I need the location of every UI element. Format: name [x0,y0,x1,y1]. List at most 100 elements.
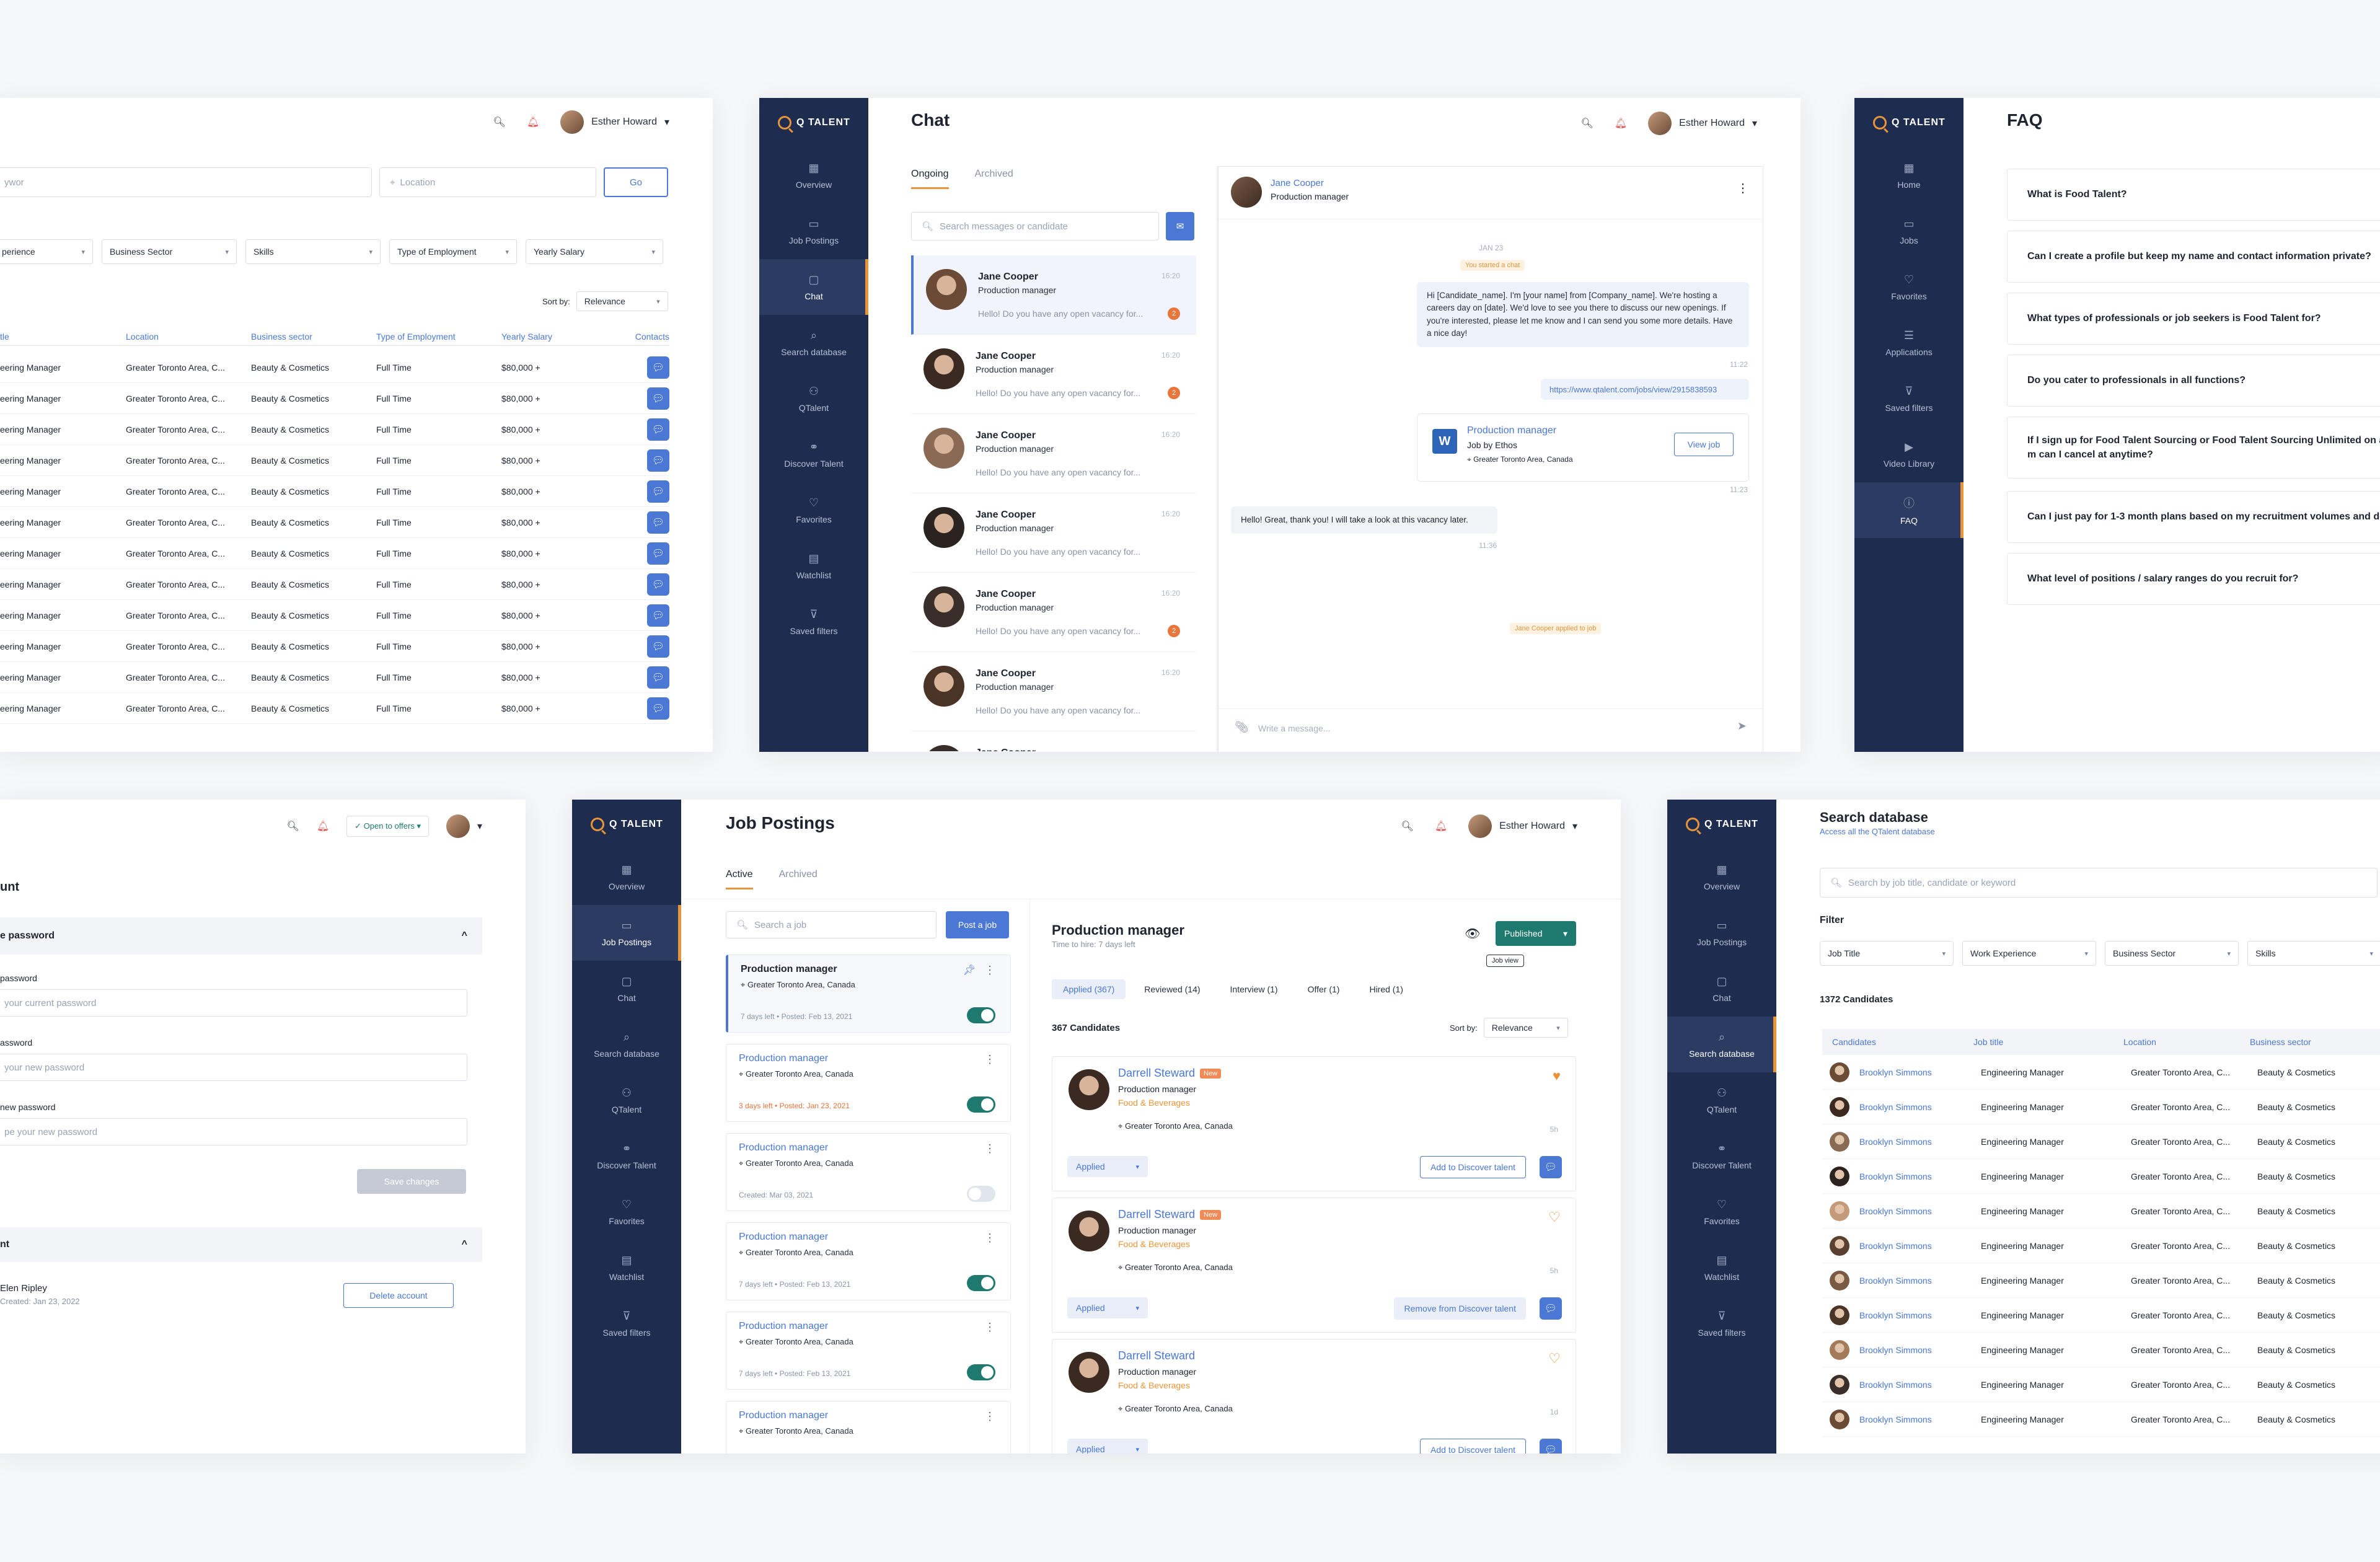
search-icon[interactable]: 🔍︎ [1581,117,1593,130]
col-location[interactable]: Location [126,332,251,342]
more-icon[interactable]: ⋮ [984,1142,995,1155]
contact-name[interactable]: Jane Cooper [1271,178,1324,188]
keyword-input[interactable]: ywor [0,167,372,197]
candidate-name[interactable]: Darrell Steward [1118,1067,1195,1079]
user-menu[interactable]: Esther Howard ▾ [1648,112,1757,135]
tab-ongoing[interactable]: Ongoing [911,169,949,189]
faq-item[interactable]: What is Food Talent? [2007,169,2380,221]
filter-employment-type[interactable]: Type of Employment [389,239,517,264]
chat-icon[interactable]: 💬︎ [647,480,669,503]
table-row[interactable]: eering Manager Greater Toronto Area, C...… [0,352,669,383]
current-password-input[interactable]: your current password [0,989,467,1017]
chat-icon[interactable]: 💬︎ [647,542,669,565]
table-row[interactable]: eering Manager Greater Toronto Area, C...… [0,414,669,445]
chat-search-input[interactable]: 🔍︎ Search messages or candidate [911,212,1159,240]
sidebar-item-applications[interactable]: ☰ Applications [1854,315,1963,371]
section-account[interactable]: nt ^ [0,1227,482,1262]
database-search-input[interactable]: 🔍︎ Search by job title, candidate or keyw… [1820,868,2378,898]
chat-icon[interactable]: 💬︎ [647,666,669,689]
status-dropdown[interactable]: Published ▾ [1496,921,1576,946]
heart-icon[interactable]: ♡ [1548,1351,1561,1367]
more-icon[interactable]: ⋮ [984,1321,995,1334]
sidebar-item-favorites[interactable]: ♡ Favorites [1667,1184,1776,1240]
table-row[interactable]: eering Manager Greater Toronto Area, C...… [0,631,669,662]
table-row[interactable]: Brooklyn Simmons Engineering Manager Gre… [1822,1159,2380,1194]
section-change-password[interactable]: e password ^ [0,917,482,955]
sidebar-item-saved-filters[interactable]: ⊽ Saved filters [1854,371,1963,426]
filter-select[interactable]: Job Title [1820,941,1954,966]
table-row[interactable]: eering Manager Greater Toronto Area, C...… [0,476,669,507]
job-card-title[interactable]: Production manager [1467,425,1556,436]
bell-icon[interactable]: 🔔︎ [317,820,329,832]
new-password-input[interactable]: your new password [0,1054,467,1081]
sidebar-item-job-postings[interactable]: ▭ Job Postings [1667,905,1776,961]
bell-icon[interactable]: 🔔︎ [1435,820,1447,832]
chat-icon[interactable]: 💬︎ [647,697,669,720]
chat-icon[interactable]: 💬︎ [647,604,669,627]
col-location[interactable]: Location [2123,1037,2250,1047]
filter-business-sector[interactable]: Business Sector [102,239,237,264]
sidebar-item-search-database[interactable]: ⌕ Search database [572,1017,681,1072]
delete-account-button[interactable]: Delete account [343,1283,454,1308]
col-title[interactable]: tle [0,332,126,342]
table-row[interactable]: Brooklyn Simmons Engineering Manager Gre… [1822,1367,2380,1402]
search-icon[interactable]: 🔍︎ [287,820,299,832]
col-employment[interactable]: Type of Employment [376,332,501,342]
conversation-item[interactable]: Jane Cooper [911,731,1196,751]
stage-tab[interactable]: Offer (1) [1297,979,1351,999]
table-row[interactable]: Brooklyn Simmons Engineering Manager Gre… [1822,1090,2380,1124]
status-select[interactable]: Applied ▾ [1067,1297,1148,1318]
job-posting-card[interactable]: Production manager ⌖ Greater Toronto Are… [726,1222,1011,1300]
sidebar-item-discover-talent[interactable]: ⚭ Discover Talent [572,1128,681,1184]
sidebar-item-search-database[interactable]: ⌕ Search database [759,315,868,371]
more-icon[interactable]: ⋮ [1737,180,1749,196]
view-job-button[interactable]: View job [1674,433,1734,456]
sidebar-item-favorites[interactable]: ♡ Favorites [1854,259,1963,315]
sidebar-item-chat[interactable]: ▢ Chat [1667,961,1776,1017]
active-toggle[interactable] [967,1096,995,1113]
sidebar-item-overview[interactable]: ▦ Overview [759,148,868,203]
candidate-card[interactable]: Darrell Steward Production manager Food … [1052,1339,1576,1454]
sidebar-item-overview[interactable]: ▦ Overview [572,849,681,905]
chat-icon[interactable]: 💬︎ [1540,1156,1562,1178]
open-to-offers-select[interactable]: ✓ Open to offers ▾ [346,816,429,837]
chat-icon[interactable]: 💬︎ [647,635,669,658]
bell-icon[interactable]: 🔔︎ [527,116,539,128]
active-toggle[interactable] [967,1007,995,1023]
faq-item[interactable]: If I sign up for Food Talent Sourcing or… [2007,417,2380,479]
col-business-sector[interactable]: Business sector [2250,1037,2374,1047]
sidebar-item-favorites[interactable]: ♡ Favorites [759,482,868,538]
user-menu[interactable]: Esther Howard ▾ [1468,814,1577,838]
stage-tab[interactable]: Reviewed (14) [1133,979,1211,999]
table-row[interactable]: Brooklyn Simmons Engineering Manager Gre… [1822,1229,2380,1263]
job-search-input[interactable]: 🔍︎ Search a job [726,911,937,938]
stage-tab[interactable]: Hired (1) [1358,979,1414,999]
sidebar-item-watchlist[interactable]: ▤ Watchlist [759,538,868,594]
attach-icon[interactable]: 📎︎ [1235,721,1249,734]
message-link[interactable]: https://www.qtalent.com/jobs/view/291583… [1541,379,1749,400]
sidebar-item-home[interactable]: ▦ Home [1854,148,1963,203]
confirm-password-input[interactable]: pe your new password [0,1118,467,1145]
filter-skills[interactable]: Skills [245,239,381,264]
tab-active[interactable]: Active [726,869,753,889]
job-posting-card[interactable]: Production manager ⌖ Greater Toronto Are… [726,1044,1011,1122]
sidebar-item-qtalent[interactable]: ⚇ QTalent [759,371,868,426]
faq-item[interactable]: Do you cater to professionals in all fun… [2007,355,2380,407]
filter-select[interactable]: Business Sector [2105,941,2239,966]
conversation-item[interactable]: Jane Cooper Production manager Hello! Do… [911,335,1196,414]
tab-archived[interactable]: Archived [975,169,1013,189]
sidebar-item-faq[interactable]: ⓘ FAQ [1854,482,1963,538]
location-input[interactable]: ⌖ Location [379,167,596,197]
col-business-sector[interactable]: Business sector [251,332,376,342]
chat-icon[interactable]: 💬︎ [647,573,669,596]
add-discover-button[interactable]: Add to Discover talent [1420,1156,1526,1178]
sidebar-item-job-postings[interactable]: ▭ Job Postings [572,905,681,961]
chat-icon[interactable]: 💬︎ [1540,1297,1562,1320]
eye-icon[interactable]: 👁︎ [1465,926,1480,942]
chat-icon[interactable]: 💬︎ [647,418,669,441]
table-row[interactable]: eering Manager Greater Toronto Area, C...… [0,445,669,476]
candidate-name[interactable]: Darrell Steward [1118,1349,1195,1362]
chat-icon[interactable]: 💬︎ [1540,1439,1562,1454]
table-row[interactable]: Brooklyn Simmons Engineering Manager Gre… [1822,1298,2380,1333]
table-row[interactable]: Brooklyn Simmons Engineering Manager Gre… [1822,1333,2380,1367]
